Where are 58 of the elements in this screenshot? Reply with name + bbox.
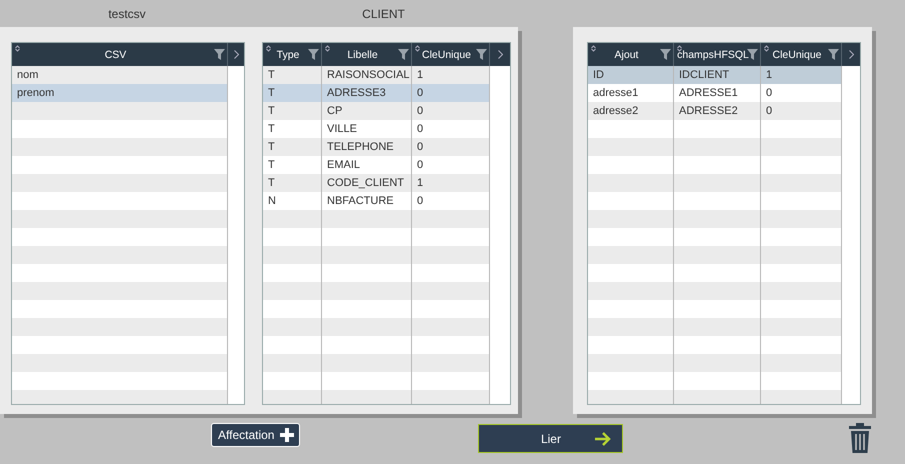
sort-icon[interactable] [677, 45, 682, 52]
table-cell[interactable]: adresse2 [588, 102, 674, 120]
sort-icon[interactable] [764, 45, 769, 52]
sort-icon[interactable] [325, 45, 330, 52]
table-cell[interactable]: 0 [412, 102, 490, 120]
table-cell[interactable]: ADRESSE2 [674, 102, 761, 120]
table-cell[interactable]: 1 [412, 174, 490, 192]
column-header[interactable]: CleUnique [761, 43, 842, 66]
table-cell[interactable]: T [263, 102, 322, 120]
chevron-right-icon [848, 50, 854, 59]
column-header[interactable]: CleUnique [412, 43, 490, 66]
table-cell[interactable]: RAISONSOCIAL [322, 66, 412, 84]
delete-button[interactable] [848, 422, 872, 454]
filter-icon[interactable] [214, 49, 225, 60]
chevron-right-icon [234, 50, 238, 59]
filter-icon[interactable] [660, 49, 671, 60]
table-title: testcsv [107, 6, 147, 20]
sort-icon[interactable] [415, 45, 420, 52]
table-cell[interactable]: T [263, 66, 322, 84]
affectation-button[interactable]: Affectation [211, 423, 300, 447]
chevron-right-icon [498, 50, 502, 59]
table-cell[interactable]: 0 [412, 138, 490, 156]
column-header[interactable]: Libelle [322, 43, 412, 66]
lier-button[interactable]: Lier [478, 424, 624, 453]
filter-icon[interactable] [747, 49, 758, 60]
table-cell[interactable]: ADRESSE3 [322, 84, 412, 102]
scroll-right-button[interactable] [490, 43, 510, 66]
scroll-right-button[interactable] [228, 43, 244, 66]
table-cell[interactable]: 0 [761, 102, 842, 120]
table-cell[interactable]: T [263, 138, 322, 156]
table-cell[interactable]: 1 [761, 66, 842, 84]
table-cell[interactable]: CP [322, 102, 412, 120]
filter-icon[interactable] [828, 49, 839, 60]
arrow-right-icon [594, 432, 612, 446]
column-header[interactable]: CSV [12, 43, 228, 66]
table-cell[interactable]: CODE_CLIENT [322, 174, 412, 192]
column-header[interactable]: champsHFSQL [674, 43, 761, 66]
table-cell[interactable]: nom [12, 66, 228, 84]
scroll-right-button[interactable] [842, 43, 860, 66]
filter-icon[interactable] [476, 49, 487, 60]
table-cell[interactable]: IDCLIENT [674, 66, 761, 84]
table-cell[interactable]: 0 [412, 84, 490, 102]
sort-icon[interactable] [266, 45, 271, 52]
table-title: CLIENT [361, 6, 406, 20]
table-cell[interactable]: ID [588, 66, 674, 84]
table-cell[interactable]: 1 [412, 66, 490, 84]
column-header[interactable]: Type [263, 43, 322, 66]
column-header[interactable]: Ajout [588, 43, 674, 66]
filter-icon[interactable] [398, 49, 409, 60]
plus-icon [279, 427, 296, 443]
table-cell[interactable]: prenom [12, 84, 228, 102]
sort-icon[interactable] [15, 45, 20, 52]
table-cell[interactable]: T [263, 174, 322, 192]
filter-icon[interactable] [308, 49, 319, 60]
table-cell[interactable]: T [263, 84, 322, 102]
table-cell[interactable]: TELEPHONE [322, 138, 412, 156]
trash-icon [848, 422, 872, 454]
sort-icon[interactable] [591, 45, 596, 52]
